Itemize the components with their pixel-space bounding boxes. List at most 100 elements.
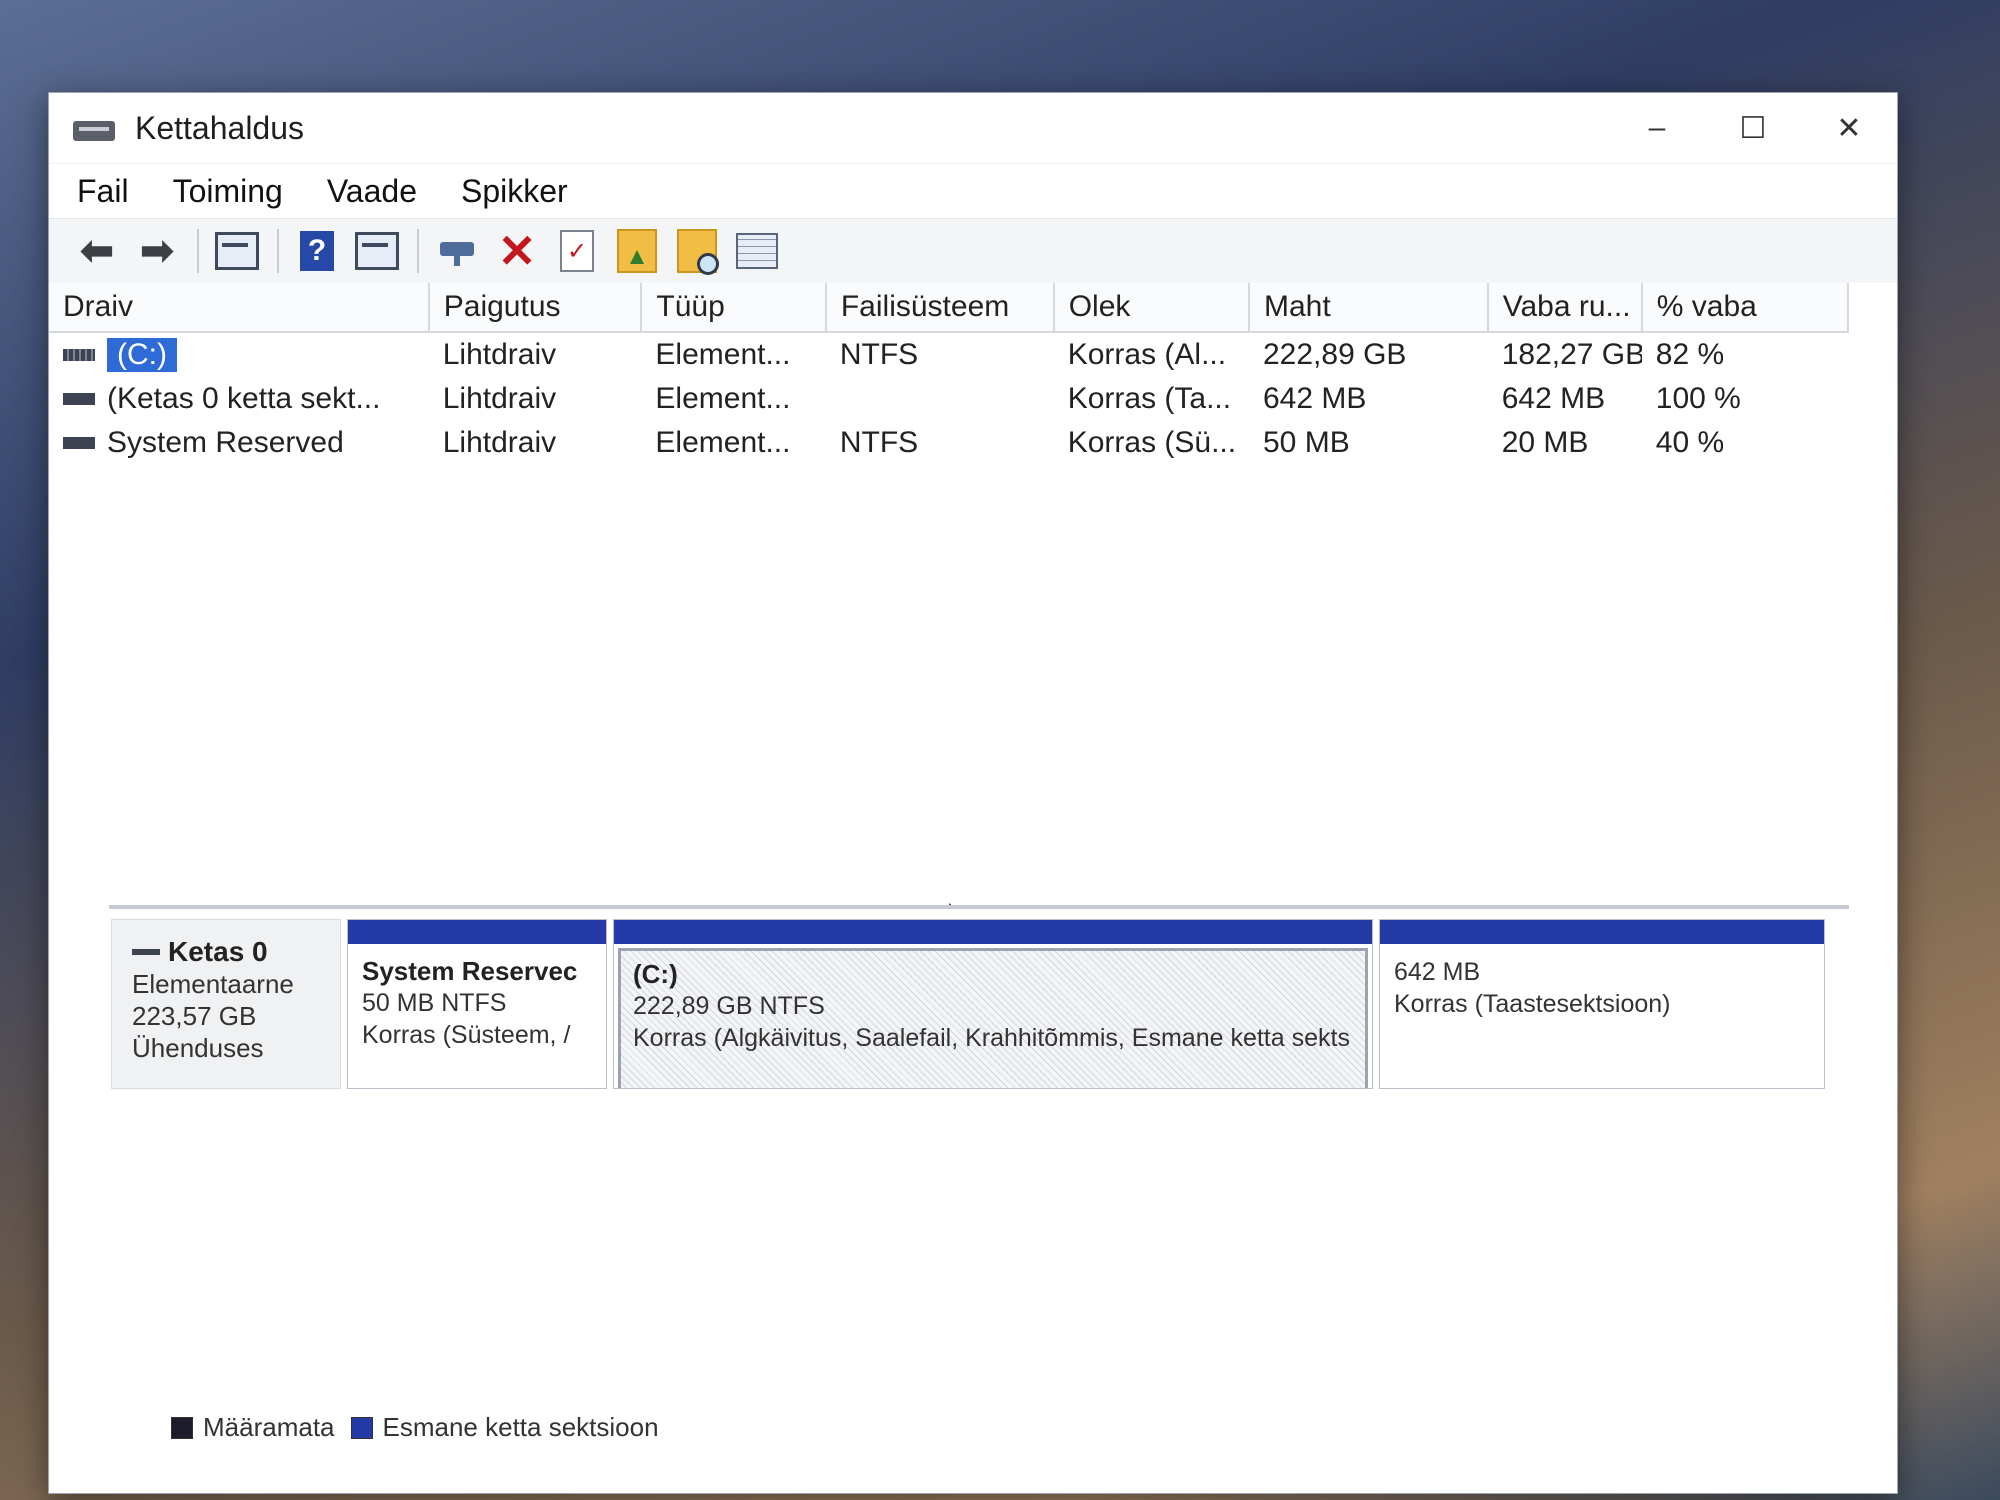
legend-unallocated: Määramata: [171, 1412, 335, 1443]
drive-cell: System Reserved: [49, 421, 429, 465]
drive-name: (Ketas 0 ketta sekt...: [107, 382, 381, 415]
graphical-disk-view: Ketas 0 Elementaarne 223,57 GB Ühenduses…: [49, 909, 1897, 1493]
volume-icon: [63, 349, 95, 361]
free-space-cell: 20 MB: [1501, 426, 1589, 459]
toolbar-separator: [277, 229, 279, 273]
partition-c[interactable]: (C:) 222,89 GB NTFS Korras (Algkäivitus,…: [613, 919, 1373, 1089]
toolbar-separator: [197, 229, 199, 273]
disk-info[interactable]: Ketas 0 Elementaarne 223,57 GB Ühenduses: [111, 919, 341, 1089]
minimize-button[interactable]: –: [1609, 93, 1705, 163]
toolbar: ⬅ ➡ ? ✕ ✓ ▲: [49, 218, 1897, 284]
drive-cell: (Ketas 0 ketta sekt...: [49, 377, 429, 421]
percent-free-cell: 100 %: [1655, 382, 1741, 415]
settings-grid-icon[interactable]: [733, 227, 781, 275]
menu-file[interactable]: Fail: [77, 173, 129, 210]
layout-cell: Lihtdraiv: [442, 338, 557, 371]
menu-action[interactable]: Toiming: [173, 173, 283, 210]
layout-cell: Lihtdraiv: [442, 426, 557, 459]
column-header-free-space[interactable]: Vaba ru...: [1487, 283, 1643, 333]
disk-management-app-icon: [73, 113, 117, 143]
filesystem-cell: [826, 377, 1054, 421]
disk-management-window: Kettahaldus – ☐ ✕ Fail Toiming Vaade Spi…: [48, 92, 1898, 1494]
partition-title: System Reservec: [362, 956, 578, 986]
percent-free-cell: 40 %: [1655, 426, 1725, 459]
table-row[interactable]: (Ketas 0 ketta sekt... Lihtdraiv Element…: [49, 377, 1848, 421]
drive-cell: (C:): [49, 332, 429, 377]
disk-name-text: Ketas 0: [168, 936, 268, 967]
console-tree-icon[interactable]: [213, 227, 261, 275]
disk-status: Ühenduses: [132, 1033, 264, 1063]
status-cell: Korras (Al...: [1067, 338, 1227, 371]
toolbar-separator: [417, 229, 419, 273]
disk-size: 223,57 GB: [132, 1001, 257, 1031]
column-header-type[interactable]: Tüüp: [641, 283, 827, 333]
partition-recovery[interactable]: 642 MB Korras (Taastesektsioon): [1379, 919, 1825, 1089]
capacity-cell: 642 MB: [1263, 382, 1367, 415]
table-row[interactable]: (C:) Lihtdraiv Element... NTFS Korras (A…: [49, 332, 1848, 377]
back-arrow-icon[interactable]: ⬅: [73, 227, 121, 275]
legend: Määramata Esmane ketta sektsioon: [171, 1412, 675, 1443]
volume-list: Draiv Paigutus Tüüp Failisüsteem Olek Ma…: [49, 283, 1897, 903]
menu-bar: Fail Toiming Vaade Spikker: [49, 164, 1897, 218]
partition-header-bar: [1380, 920, 1824, 944]
free-space-cell: 642 MB: [1501, 382, 1606, 415]
partition-size: 50 MB NTFS: [362, 989, 507, 1017]
type-cell: Element...: [655, 426, 791, 459]
partition-system-reserved[interactable]: System Reservec 50 MB NTFS Korras (Süste…: [347, 919, 607, 1089]
legend-primary-partition: Esmane ketta sektsioon: [350, 1412, 659, 1443]
layout-cell: Lihtdraiv: [442, 382, 557, 415]
partition-header-bar: [348, 920, 606, 944]
window-controls: – ☐ ✕: [1609, 93, 1897, 163]
disk-type: Elementaarne: [132, 969, 294, 999]
action-pane-icon[interactable]: [353, 227, 401, 275]
partition-status: Korras (Algkäivitus, Saalefail, Krahhitõ…: [633, 1024, 1350, 1052]
menu-view[interactable]: Vaade: [327, 173, 417, 210]
volume-icon: [63, 393, 95, 405]
filesystem-cell: NTFS: [839, 338, 919, 371]
menu-help[interactable]: Spikker: [461, 173, 568, 210]
open-folder-icon[interactable]: ▲: [613, 227, 661, 275]
partition-header-bar: [614, 920, 1372, 944]
column-header-capacity[interactable]: Maht: [1249, 283, 1489, 333]
capacity-cell: 50 MB: [1263, 426, 1350, 459]
maximize-button[interactable]: ☐: [1705, 93, 1801, 163]
capacity-cell: 222,89 GB: [1263, 338, 1407, 371]
partition-size: 222,89 GB NTFS: [633, 992, 825, 1020]
column-header-drive[interactable]: Draiv: [49, 283, 430, 333]
drive-name: (C:): [107, 338, 177, 372]
percent-free-cell: 82 %: [1655, 338, 1725, 371]
explore-icon[interactable]: [673, 227, 721, 275]
table-header-row: Draiv Paigutus Tüüp Failisüsteem Olek Ma…: [49, 283, 1850, 333]
volume-icon: [63, 437, 95, 449]
delete-icon[interactable]: ✕: [493, 225, 541, 277]
partition-title: (C:): [633, 959, 678, 989]
partition-size: 642 MB: [1394, 958, 1481, 986]
title-bar: Kettahaldus – ☐ ✕: [49, 93, 1897, 164]
table-row[interactable]: System Reserved Lihtdraiv Element... NTF…: [49, 421, 1848, 465]
disk-name: Ketas 0: [132, 936, 340, 968]
drive-name: System Reserved: [107, 426, 344, 459]
column-header-filesystem[interactable]: Failisüsteem: [825, 283, 1055, 333]
legend-label: Määramata: [203, 1412, 335, 1442]
partition-status: Korras (Süsteem, /: [362, 1021, 571, 1049]
forward-arrow-icon[interactable]: ➡: [133, 227, 181, 275]
filesystem-cell: NTFS: [839, 426, 919, 459]
column-header-layout[interactable]: Paigutus: [428, 283, 643, 333]
disk-icon: [132, 949, 160, 955]
partition-status: Korras (Taastesektsioon): [1394, 990, 1671, 1018]
column-header-percent-free[interactable]: % vaba: [1641, 283, 1850, 333]
free-space-cell: 182,27 GB: [1501, 338, 1642, 371]
column-header-status[interactable]: Olek: [1053, 283, 1251, 333]
type-cell: Element...: [655, 338, 791, 371]
legend-swatch-primary: [350, 1416, 373, 1439]
status-cell: Korras (Ta...: [1067, 382, 1232, 415]
window-title: Kettahaldus: [135, 109, 305, 146]
properties-icon[interactable]: ✓: [553, 227, 601, 275]
close-button[interactable]: ✕: [1801, 93, 1897, 163]
legend-label: Esmane ketta sektsioon: [382, 1412, 659, 1442]
connect-drive-icon[interactable]: [433, 227, 481, 275]
status-cell: Korras (Sü...: [1067, 426, 1237, 459]
legend-swatch-unallocated: [171, 1416, 193, 1439]
help-icon[interactable]: ?: [293, 227, 341, 275]
type-cell: Element...: [655, 382, 791, 415]
